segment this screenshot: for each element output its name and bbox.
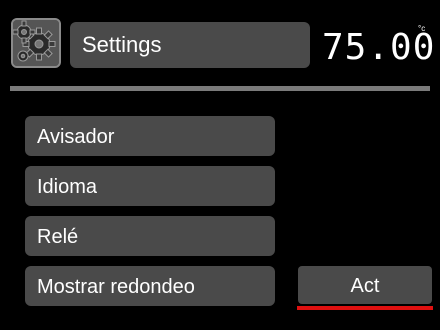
menu-item-idioma[interactable]: Idioma: [25, 166, 275, 206]
act-active-indicator: [297, 306, 433, 310]
menu-item-label: Idioma: [37, 176, 98, 198]
header: Settings 75.00 °c: [0, 0, 440, 86]
menu-item-label: Relé: [37, 226, 79, 248]
temperature-value: 75.00: [322, 27, 436, 68]
page-title: Settings: [82, 32, 162, 57]
menu-item-label: Mostrar redondeo: [37, 276, 195, 298]
page-title-box: Settings: [70, 22, 310, 68]
header-divider: [10, 86, 430, 91]
temperature-unit: °c: [418, 24, 426, 33]
gears-icon[interactable]: [11, 18, 61, 68]
menu-item-label: Avisador: [37, 126, 115, 148]
settings-screen: Settings 75.00 °c Avisador Idioma Relé M…: [0, 0, 440, 330]
act-button[interactable]: Act: [298, 266, 432, 304]
menu-item-avisador[interactable]: Avisador: [25, 116, 275, 156]
menu-item-mostrar-redondeo[interactable]: Mostrar redondeo: [25, 266, 275, 306]
menu-item-rele[interactable]: Relé: [25, 216, 275, 256]
temperature-display: 75.00 °c: [322, 24, 434, 74]
act-button-label: Act: [350, 275, 380, 297]
